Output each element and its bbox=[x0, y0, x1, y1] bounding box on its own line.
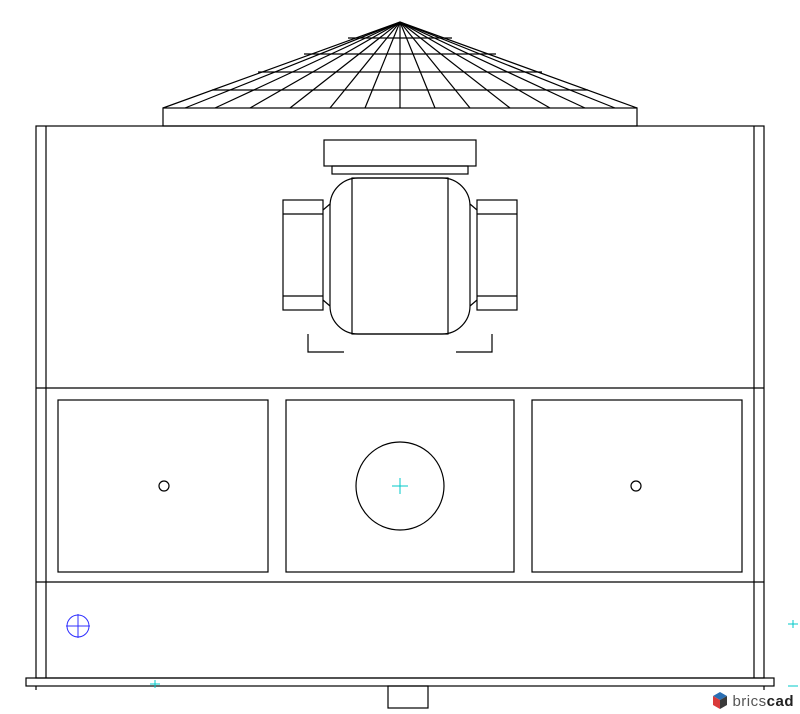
motor-assembly bbox=[283, 140, 517, 352]
brand-text: bricscad bbox=[732, 693, 794, 710]
panel-right bbox=[532, 400, 742, 572]
bolt-left bbox=[159, 481, 169, 491]
bolt-right bbox=[631, 481, 641, 491]
bricscad-logo-icon bbox=[712, 692, 728, 710]
fan-cowl bbox=[163, 22, 637, 126]
outer-housing bbox=[36, 126, 764, 678]
drain-block bbox=[388, 686, 428, 708]
bricscad-watermark: bricscad bbox=[712, 692, 794, 710]
origin-marker bbox=[66, 614, 90, 638]
panel-left bbox=[58, 400, 268, 572]
base-flange bbox=[26, 678, 774, 686]
ref-markers bbox=[150, 478, 798, 688]
motor-body bbox=[330, 178, 470, 334]
cad-drawing bbox=[0, 0, 800, 714]
